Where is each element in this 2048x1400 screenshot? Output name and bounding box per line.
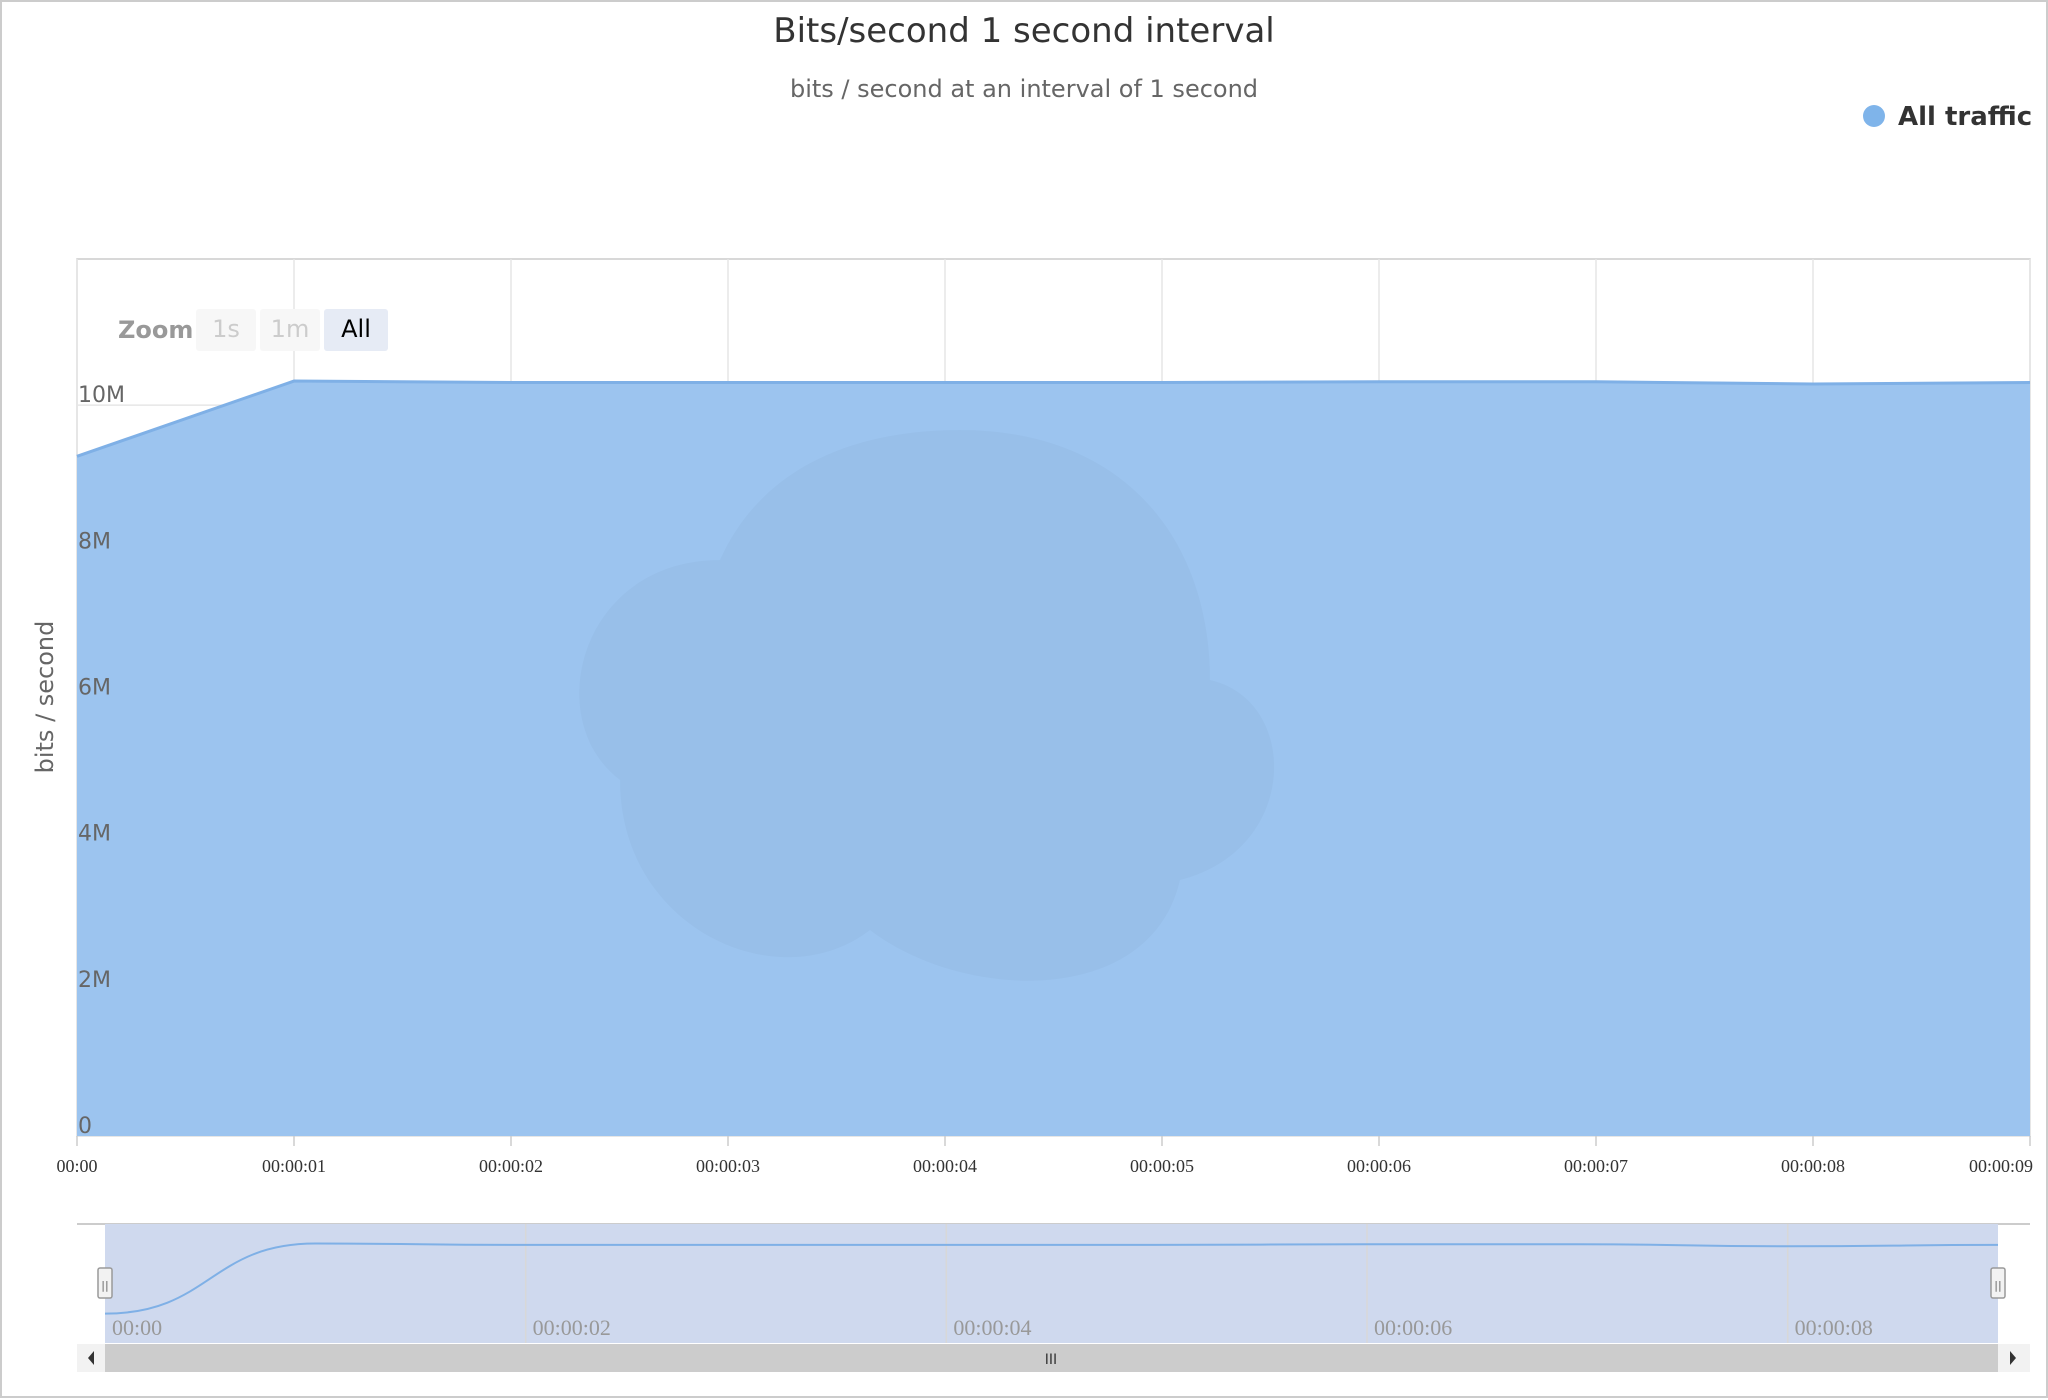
x-tick-label: 00:00:01: [262, 1156, 326, 1176]
zoom-button-label: 1m: [271, 315, 310, 343]
plot-area: [76, 258, 2031, 1137]
x-tick-label: 00:00:04: [913, 1156, 977, 1176]
navigator-tick-label: 00:00:04: [953, 1315, 1031, 1340]
navigator-left-handle[interactable]: ||: [97, 1267, 113, 1299]
chart-title: Bits/second 1 second interval: [773, 11, 1274, 51]
x-tick-label: 00:00:05: [1130, 1156, 1194, 1176]
x-tick-label: 00:00:09: [1969, 1156, 2033, 1176]
navigator-right-handle[interactable]: ||: [1990, 1267, 2006, 1299]
zoom-label: Zoom: [118, 316, 193, 344]
navigator-tick-label: 00:00: [112, 1315, 162, 1340]
navigator-tick-label: 00:00:02: [533, 1315, 611, 1340]
y-tick-label: 2M: [78, 968, 111, 993]
navigator-handle-grip: ||: [1994, 1279, 2001, 1292]
y-tick-label: 8M: [78, 529, 111, 554]
y-tick-label: 4M: [78, 822, 111, 847]
y-tick-label: 10M: [78, 383, 125, 408]
x-tick-label: 00:00:07: [1564, 1156, 1628, 1176]
scrollbar[interactable]: III: [77, 1344, 2030, 1372]
y-tick-label: 6M: [78, 676, 111, 701]
navigator-tick-label: 00:00:08: [1795, 1315, 1873, 1340]
zoom-button-all[interactable]: All: [324, 309, 388, 351]
y-axis-title: bits / second: [31, 621, 59, 774]
x-tick-label: 00:00: [56, 1156, 97, 1176]
zoom-button-label: All: [341, 315, 371, 343]
navigator-tick-label: 00:00:06: [1374, 1315, 1452, 1340]
x-tick-label: 00:00:08: [1781, 1156, 1845, 1176]
legend-label: All traffic: [1898, 102, 2032, 132]
navigator-handle-grip: ||: [101, 1279, 108, 1292]
legend-marker: [1863, 105, 1885, 127]
chart-svg: Bits/second 1 second interval bits / seco…: [0, 0, 2048, 1398]
zoom-button-label: 1s: [212, 315, 240, 343]
zoom-button-1s[interactable]: 1s: [196, 309, 256, 351]
scrollbar-grip-icon: III: [1045, 1352, 1057, 1368]
x-tick-label: 00:00:06: [1347, 1156, 1411, 1176]
chart-subtitle: bits / second at an interval of 1 second: [790, 75, 1258, 103]
y-tick-label: 0: [78, 1114, 92, 1139]
navigator[interactable]: 00:00 00:00:02 00:00:04 00:00:06 00:00:08 || |…: [77, 1223, 2030, 1343]
x-tick-label: 00:00:03: [696, 1156, 760, 1176]
x-tick-label: 00:00:02: [479, 1156, 543, 1176]
navigator-selected-range[interactable]: [105, 1224, 1998, 1343]
zoom-button-1m[interactable]: 1m: [260, 309, 320, 351]
